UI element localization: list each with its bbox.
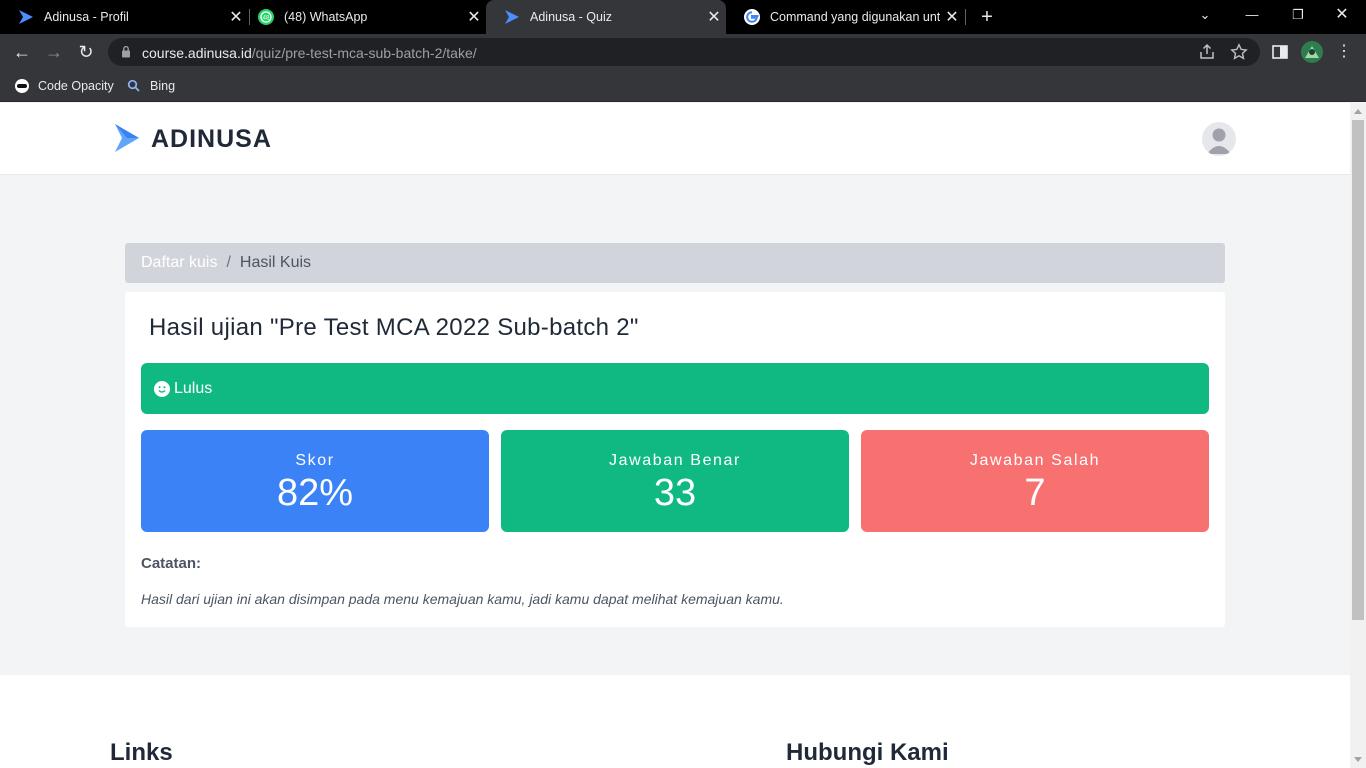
restore-icon[interactable]: ❐ xyxy=(1278,0,1318,30)
whatsapp-icon: 48 xyxy=(258,9,274,25)
breadcrumb: Daftar kuis / Hasil Kuis xyxy=(125,243,1225,283)
bookmark-label: Bing xyxy=(150,79,176,93)
footer-contact-heading: Hubungi Kami xyxy=(786,739,949,766)
minimize-icon[interactable]: — xyxy=(1232,0,1272,30)
adinusa-logo[interactable]: ADINUSA xyxy=(113,123,272,155)
breadcrumb-current: Hasil Kuis xyxy=(239,254,312,271)
tab-title: (48) WhatsApp xyxy=(284,10,368,24)
tab-title: Adinusa - Profil xyxy=(44,10,129,24)
wrong-answers-label: Jawaban Salah xyxy=(969,452,1101,469)
scroll-up-arrow-icon[interactable] xyxy=(1354,109,1362,114)
new-tab-button[interactable]: + xyxy=(976,4,998,30)
profile-avatar-icon[interactable] xyxy=(1301,41,1323,63)
tab-title: Adinusa - Quiz xyxy=(530,10,612,24)
user-icon xyxy=(1207,128,1231,154)
score-card: Skor 82% xyxy=(141,430,489,532)
browser-toolbar: ← → ↻ course.adinusa.id/quiz/pre-test-mc… xyxy=(0,34,1366,70)
tab-adinusa-quiz[interactable]: Adinusa - Quiz ✕ xyxy=(486,0,726,34)
footer-links-heading: Links xyxy=(110,739,173,766)
scroll-down-arrow-icon[interactable] xyxy=(1354,757,1362,762)
scrollbar-thumb[interactable] xyxy=(1352,120,1364,620)
google-icon xyxy=(744,9,760,25)
bookmark-star-icon[interactable] xyxy=(1230,43,1248,61)
notes-title: Catatan: xyxy=(141,555,202,572)
lock-icon xyxy=(122,45,130,58)
address-bar[interactable]: course.adinusa.id/quiz/pre-test-mca-sub-… xyxy=(108,38,1260,66)
breadcrumb-quiz-list-link[interactable]: Daftar kuis xyxy=(141,254,217,272)
tab-separator xyxy=(965,9,966,25)
notes-text: Hasil dari ujian ini akan disimpan pada … xyxy=(141,591,784,607)
quiz-result-card: Hasil ujian "Pre Test MCA 2022 Sub-batch… xyxy=(125,292,1225,627)
close-tab-icon[interactable]: ✕ xyxy=(940,7,964,27)
user-avatar[interactable] xyxy=(1202,122,1236,156)
reading-mode-icon[interactable] xyxy=(1270,42,1290,62)
url-text: course.adinusa.id/quiz/pre-test-mca-sub-… xyxy=(142,45,477,61)
score-value: 82% xyxy=(276,472,354,514)
bookmark-code-opacity[interactable]: Code Opacity xyxy=(14,77,114,95)
close-tab-icon[interactable]: ✕ xyxy=(462,7,486,27)
tab-search-chevron-icon[interactable]: ⌄ xyxy=(1185,0,1225,30)
tab-google-search[interactable]: Command yang digunakan untuk ✕ xyxy=(726,0,964,34)
correct-answers-label: Jawaban Benar xyxy=(609,452,741,469)
whatsapp-badge: 48 xyxy=(263,15,270,21)
tab-whatsapp[interactable]: 48 (48) WhatsApp ✕ xyxy=(240,0,486,34)
wrong-answers-card: Jawaban Salah 7 xyxy=(861,430,1209,532)
bookmark-bing[interactable]: Bing xyxy=(126,77,175,95)
close-tab-icon[interactable]: ✕ xyxy=(702,7,726,27)
code-opacity-icon xyxy=(15,79,29,93)
wrong-answers-value: 7 xyxy=(1024,472,1046,514)
bookmarks-bar: Code Opacity Bing xyxy=(0,70,1366,102)
adinusa-logo-icon xyxy=(19,10,33,24)
adinusa-chevron-icon xyxy=(115,124,139,152)
back-arrow-icon[interactable]: ← xyxy=(10,40,34,64)
browser-tab-strip: Adinusa - Profil ✕ 48 (48) WhatsApp ✕ Ad… xyxy=(0,0,1366,34)
forward-arrow-icon[interactable]: → xyxy=(42,40,66,64)
bookmark-label: Code Opacity xyxy=(38,79,114,93)
smile-icon xyxy=(154,380,170,397)
tab-title: Command yang digunakan untuk xyxy=(770,10,940,24)
url-path: /quiz/pre-test-mca-sub-batch-2/take/ xyxy=(251,45,477,61)
page-scrollbar[interactable] xyxy=(1350,103,1366,768)
status-text: Lulus xyxy=(174,379,213,397)
tab-adinusa-profil[interactable]: Adinusa - Profil ✕ xyxy=(0,0,248,34)
url-host: course.adinusa.id xyxy=(142,45,252,61)
search-icon xyxy=(127,79,140,92)
score-label: Skor xyxy=(295,452,335,469)
site-footer: Links Hubungi Kami xyxy=(0,675,1350,768)
adinusa-logo-icon xyxy=(505,10,519,24)
kebab-menu-icon[interactable]: ⋮ xyxy=(1332,40,1356,64)
page-title: Hasil ujian "Pre Test MCA 2022 Sub-batch… xyxy=(149,314,639,341)
reload-icon[interactable]: ↻ xyxy=(74,40,98,64)
site-header: ADINUSA xyxy=(0,103,1350,175)
brand-name: ADINUSA xyxy=(151,124,272,153)
breadcrumb-separator: / xyxy=(226,254,231,271)
page-viewport: ADINUSA Daftar kuis / Hasil Kuis Hasil u… xyxy=(0,103,1350,768)
share-icon[interactable] xyxy=(1198,43,1216,61)
correct-answers-card: Jawaban Benar 33 xyxy=(501,430,849,532)
pass-status-alert: Lulus xyxy=(141,363,1209,414)
correct-answers-value: 33 xyxy=(653,472,697,514)
close-window-icon[interactable]: ✕ xyxy=(1322,0,1362,30)
